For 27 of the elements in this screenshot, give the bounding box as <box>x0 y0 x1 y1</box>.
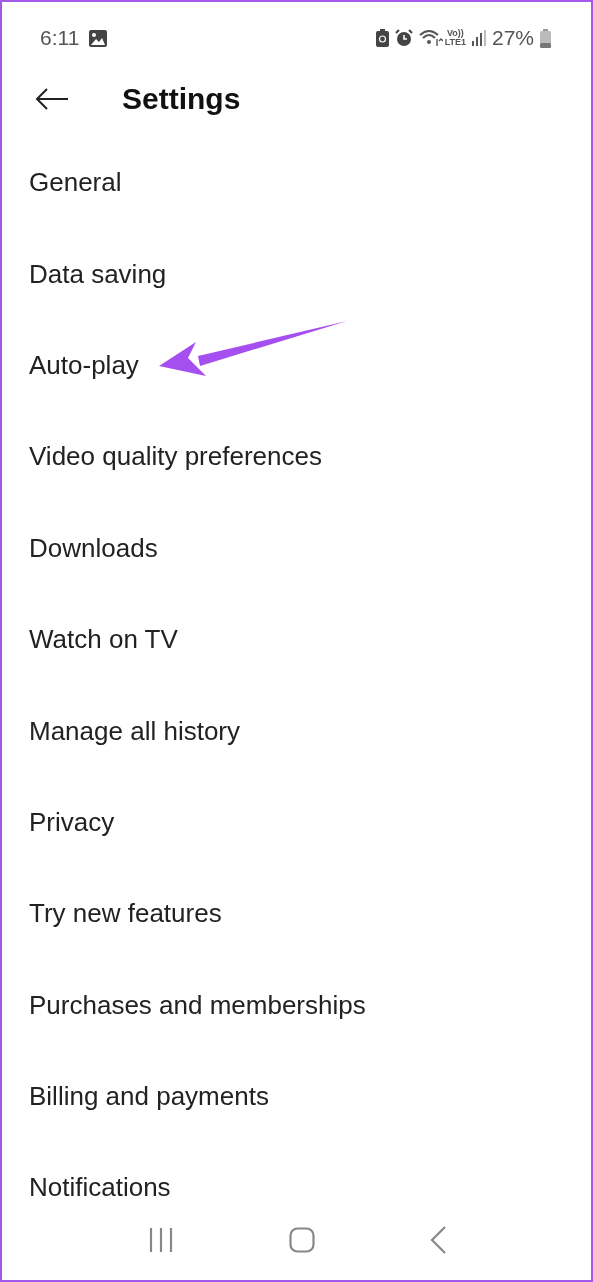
settings-item[interactable]: Watch on TV <box>29 624 178 656</box>
volte-label: Vo)) <box>446 29 464 38</box>
back-arrow-icon[interactable] <box>34 87 70 111</box>
home-icon[interactable] <box>288 1227 315 1253</box>
settings-item[interactable]: Privacy <box>29 806 115 838</box>
network-label: LTE1 <box>444 38 466 47</box>
image-icon <box>89 29 108 47</box>
settings-item[interactable]: Manage all history <box>29 715 240 747</box>
battery-percent: 27% <box>491 26 534 50</box>
settings-item[interactable]: General <box>29 167 122 199</box>
settings-item[interactable]: Billing and payments <box>29 1081 269 1113</box>
settings-item[interactable]: Video quality preferences <box>29 441 322 473</box>
recent-apps-icon[interactable] <box>147 1227 174 1253</box>
battery-icon <box>540 28 551 48</box>
battery-saver-icon <box>375 29 389 47</box>
settings-item[interactable]: Downloads <box>29 532 158 564</box>
wifi-icon <box>418 29 443 47</box>
settings-item[interactable]: Data saving <box>29 258 167 290</box>
alarm-icon <box>394 29 413 47</box>
settings-item[interactable]: Auto-play <box>29 349 139 381</box>
settings-item[interactable]: Try new features <box>29 898 222 930</box>
status-time: 6:11 <box>40 26 80 50</box>
settings-item[interactable]: Purchases and memberships <box>29 989 366 1021</box>
signal-icon <box>471 30 486 46</box>
page-title: Settings <box>122 82 241 116</box>
back-icon[interactable] <box>429 1226 446 1254</box>
settings-item[interactable]: Notifications <box>29 1172 171 1204</box>
